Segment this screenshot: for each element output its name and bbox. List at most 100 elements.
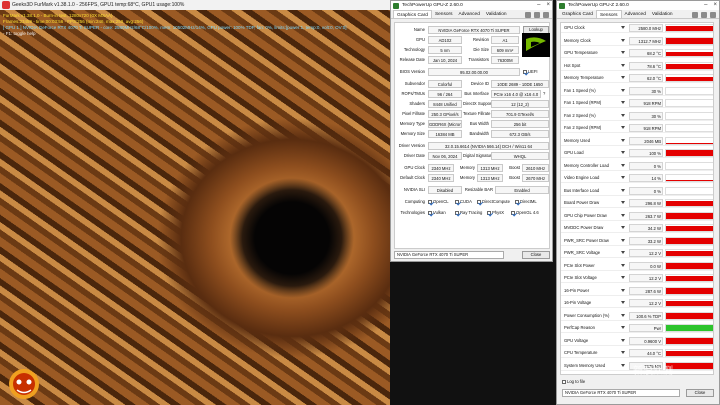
sensor-row: PWR_SRC Voltage 12.2 V [561, 248, 713, 258]
dropdown-arrow-icon[interactable] [621, 301, 625, 304]
sensor-name: Fan 1 Speed (%) [564, 87, 596, 93]
sensor-value: 2046 MB [629, 136, 663, 145]
close-button[interactable]: Close [522, 251, 550, 259]
sensor-graph-fill [666, 142, 713, 144]
sensor-value: 0 % [629, 161, 663, 170]
refresh-icon[interactable] [534, 12, 540, 18]
sensor-name: Hot Spot [564, 62, 581, 68]
log-to-file-checkbox[interactable]: Log to file [562, 379, 585, 385]
tab-graphics-card[interactable]: Graphics Card [393, 10, 432, 18]
dropdown-arrow-icon[interactable] [621, 276, 625, 279]
texture-fillrate-label: Texture Fillrate [463, 111, 491, 116]
dropdown-arrow-icon[interactable] [621, 26, 625, 29]
dropdown-arrow-icon[interactable] [621, 238, 625, 242]
tab-validation[interactable]: Validation [483, 10, 510, 18]
minimize-icon[interactable]: – [537, 1, 540, 10]
sensor-row: GPU Voltage 0.9600 V [561, 336, 713, 346]
dropdown-arrow-icon[interactable] [621, 176, 625, 179]
bus-width-label: Bus Width [469, 121, 489, 126]
sensor-graph [665, 99, 713, 107]
furmark-line-3: [ GPU 1 ] NVIDIA GeForce RTX 4070 Ti SUP… [3, 25, 347, 30]
dropdown-arrow-icon[interactable] [621, 51, 625, 54]
memory-clock-label: Memory [459, 165, 475, 170]
dropdown-arrow-icon[interactable] [621, 326, 625, 329]
sensors-minimize-icon[interactable]: – [704, 1, 707, 10]
driver-date-label: Driver Date [403, 153, 425, 158]
dropdown-arrow-icon[interactable] [621, 138, 625, 142]
dropdown-arrow-icon[interactable] [621, 151, 625, 154]
sensors-menu-icon[interactable] [710, 12, 716, 18]
sensor-graph-fill [666, 225, 713, 231]
tab-sensors[interactable]: Sensors [432, 10, 456, 18]
dropdown-arrow-icon[interactable] [621, 313, 625, 317]
close-icon[interactable]: × [546, 1, 550, 10]
dropdown-arrow-icon[interactable] [621, 126, 625, 129]
dropdown-arrow-icon[interactable] [621, 101, 625, 104]
directml-checkbox: DirectML [515, 198, 537, 206]
dropdown-arrow-icon[interactable] [621, 76, 625, 79]
dropdown-arrow-icon[interactable] [621, 63, 625, 67]
memory-type-value: GDDR6X (Micron) [428, 120, 462, 128]
sensor-row: 16-Pin Power 287.6 W [561, 286, 713, 296]
name-value: NVIDIA GeForce RTX 4070 Ti SUPER [428, 26, 520, 34]
sensors-tab-sensors[interactable]: Sensors [595, 10, 622, 18]
driver-version-value: 32.0.15.6614 (NVIDIA 566.14) DCH / Win11… [428, 142, 549, 150]
sensor-row: PerfCap Reason Pwr [561, 323, 713, 333]
sensor-name: 16-Pin Voltage [564, 300, 592, 305]
sensor-name: GPU Temperature [564, 50, 598, 55]
help-icon[interactable]: ? [543, 90, 545, 98]
sensor-value: 62.0 °C [629, 74, 663, 82]
sensor-graph [665, 186, 713, 195]
menu-icon[interactable] [543, 12, 549, 18]
uefi-label: UEFI [528, 69, 538, 74]
gpuz-sensors-titlebar: TechPowerUp GPU-Z 2.60.0 – × [557, 1, 719, 10]
sensor-name: Video Engine Load [564, 175, 600, 180]
dropdown-arrow-icon[interactable] [621, 88, 625, 92]
sensor-graph [665, 311, 713, 320]
dropdown-arrow-icon[interactable] [621, 288, 625, 292]
dropdown-arrow-icon[interactable] [621, 263, 625, 267]
dropdown-arrow-icon[interactable] [621, 338, 625, 342]
sensor-value: 100 % [629, 149, 663, 157]
die-size-value: 609 mm² [491, 46, 519, 54]
sensors-tab-graphics-card[interactable]: Graphics Card [559, 10, 596, 18]
dropdown-arrow-icon[interactable] [621, 213, 625, 217]
sensors-close-icon[interactable]: × [713, 1, 717, 10]
dropdown-arrow-icon[interactable] [621, 188, 625, 192]
tab-advanced[interactable]: Advanced [456, 10, 483, 18]
sensor-value: 34.2 W [629, 224, 663, 232]
gpuz-toolbar [525, 12, 549, 18]
sensors-tab-validation[interactable]: Validation [649, 10, 676, 18]
card-select[interactable]: NVIDIA GeForce RTX 4070 Ti SUPER [394, 251, 504, 259]
sensors-close-button[interactable]: Close [686, 389, 714, 397]
sensor-row: PCIe Slot Voltage 12.2 V [561, 273, 713, 283]
sensors-camera-icon[interactable] [692, 12, 698, 18]
sensor-row: Fan 2 Speed (RPM) 918 RPM [561, 123, 713, 133]
dropdown-arrow-icon[interactable] [621, 38, 625, 42]
dropdown-arrow-icon[interactable] [621, 363, 625, 367]
dropdown-arrow-icon[interactable] [621, 201, 625, 204]
dropdown-arrow-icon[interactable] [621, 251, 625, 254]
furmark-title: Geeks3D FurMark v1.38.1.0 - 256FPS, GPU1… [12, 2, 185, 8]
sensors-tab-advanced[interactable]: Advanced [622, 10, 649, 18]
furmark-line-4: - F1: toggle help [3, 31, 36, 36]
dropdown-arrow-icon[interactable] [621, 163, 625, 167]
sensor-value: 12.2 V [629, 274, 663, 282]
dropdown-arrow-icon[interactable] [621, 113, 625, 117]
sensor-graph [665, 86, 713, 95]
shaders-label: Shaders [409, 101, 425, 106]
sensors-card-select[interactable]: NVIDIA GeForce RTX 4070 Ti SUPER [562, 389, 680, 397]
dropdown-arrow-icon[interactable] [621, 226, 625, 229]
gpuz-sensors-title: TechPowerUp GPU-Z 2.60.0 [568, 3, 629, 8]
dropdown-arrow-icon[interactable] [621, 351, 625, 354]
memory-clock-value: 1313 MHz [477, 164, 503, 172]
ray-tracing-checkbox: Ray Tracing [455, 209, 482, 217]
sensors-refresh-icon[interactable] [701, 12, 707, 18]
camera-icon[interactable] [525, 12, 531, 18]
sensor-row: Bus Interface Load 0 % [561, 186, 713, 196]
sensor-name: Fan 1 Speed (RPM) [564, 100, 602, 105]
sli-value: Disabled [428, 186, 462, 194]
furmark-logo [9, 369, 39, 399]
revision-value: A1 [491, 36, 519, 44]
computing-label: Computing [404, 199, 425, 204]
